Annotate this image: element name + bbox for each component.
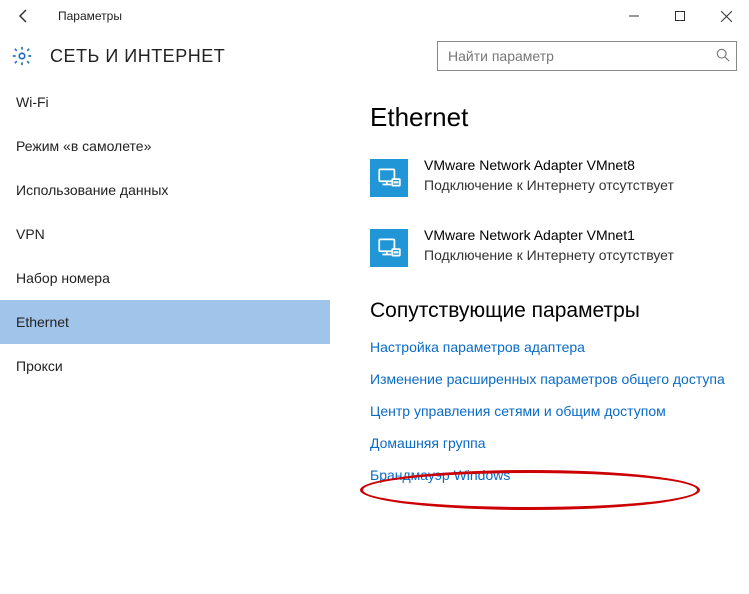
window-title: Параметры [58,9,122,23]
sidebar: Wi-Fi Режим «в самолете» Использование д… [0,80,330,594]
search-input[interactable] [446,47,716,65]
sidebar-item-wifi[interactable]: Wi-Fi [0,80,330,124]
adapter-item[interactable]: VMware Network Adapter VMnet8 Подключени… [370,157,739,197]
search-icon [716,48,730,65]
sidebar-item-datausage[interactable]: Использование данных [0,168,330,212]
link-firewall[interactable]: Брандмауэр Windows [370,467,739,483]
adapter-name: VMware Network Adapter VMnet1 [424,227,674,243]
search-box[interactable] [437,41,737,71]
adapter-status: Подключение к Интернету отсутствует [424,177,674,193]
close-button[interactable] [703,0,749,32]
link-network-center[interactable]: Центр управления сетями и общим доступом [370,403,739,419]
sidebar-item-proxy[interactable]: Прокси [0,344,330,388]
adapter-name: VMware Network Adapter VMnet8 [424,157,674,173]
link-advanced-sharing[interactable]: Изменение расширенных параметров общего … [370,371,739,387]
page-title: Ethernet [370,102,739,133]
page-heading: СЕТЬ И ИНТЕРНЕТ [50,46,225,67]
adapter-status: Подключение к Интернету отсутствует [424,247,674,263]
sidebar-item-dialup[interactable]: Набор номера [0,256,330,300]
minimize-button[interactable] [611,0,657,32]
link-homegroup[interactable]: Домашняя группа [370,435,739,451]
ethernet-icon [370,229,408,267]
back-button[interactable] [8,0,40,32]
ethernet-icon [370,159,408,197]
related-heading: Сопутствующие параметры [370,299,739,323]
link-adapter-settings[interactable]: Настройка параметров адаптера [370,339,739,355]
sidebar-item-airplane[interactable]: Режим «в самолете» [0,124,330,168]
gear-icon [8,42,36,70]
maximize-button[interactable] [657,0,703,32]
sidebar-item-ethernet[interactable]: Ethernet [0,300,330,344]
adapter-item[interactable]: VMware Network Adapter VMnet1 Подключени… [370,227,739,267]
sidebar-item-vpn[interactable]: VPN [0,212,330,256]
